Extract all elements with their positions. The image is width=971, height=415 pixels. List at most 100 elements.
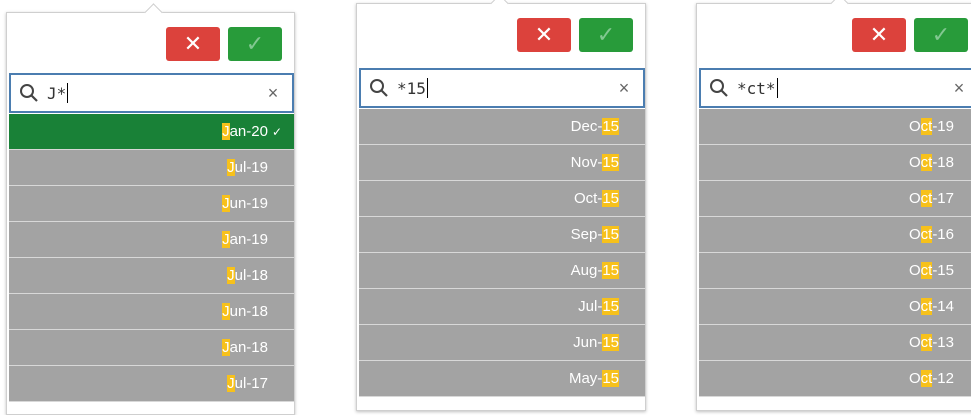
item-text-pre: O: [908, 370, 921, 387]
search-match-highlight: J: [222, 195, 230, 212]
value-list: Dec- 15 Nov- 15 Oct- 15 Sep- 15 Aug- 15 Jul- 15 Jun-…: [359, 109, 645, 397]
listbox-popover-3: ✕ ✓ *ct* × Oct -19 Oct -18 Oct -17 Oct -16 Oct -1…: [696, 0, 971, 411]
item-text-post: -15: [932, 262, 954, 279]
search-match-highlight: J: [222, 339, 230, 356]
item-text-pre: O: [908, 298, 921, 315]
search-match-highlight: ct: [920, 226, 933, 243]
list-item[interactable]: Oct -16: [699, 217, 971, 253]
list-item[interactable]: Jun- 15: [359, 325, 645, 361]
item-text-post: un-18: [229, 303, 268, 320]
list-item[interactable]: Oct -17: [699, 181, 971, 217]
cancel-selection-button[interactable]: ✕: [166, 27, 220, 61]
list-item[interactable]: Jul-18: [9, 258, 294, 294]
item-text-pre: Jun-: [573, 334, 603, 351]
search-icon: [20, 84, 38, 102]
value-list: Jan-20 ✓ Jul-19 Jun-19 Jan-19 Jul-18 Jun-18 Jan…: [9, 114, 294, 402]
search-input[interactable]: *15: [397, 78, 611, 98]
list-item[interactable]: Jan-18: [9, 330, 294, 366]
search-match-highlight: J: [222, 303, 230, 320]
search-match-highlight: ct: [920, 334, 933, 351]
search-match-highlight: ct: [920, 118, 933, 135]
search-match-highlight: 15: [602, 226, 619, 243]
list-item[interactable]: Jan-19: [9, 222, 294, 258]
item-text-post: ul-18: [234, 267, 268, 284]
search-field[interactable]: *ct* ×: [699, 68, 971, 108]
search-match-highlight: 15: [602, 370, 619, 387]
item-text-post: -17: [932, 190, 954, 207]
search-match-highlight: J: [227, 267, 235, 284]
list-item[interactable]: Jul-17: [9, 366, 294, 402]
clear-search-icon[interactable]: ×: [946, 78, 971, 99]
search-match-highlight: J: [222, 123, 230, 140]
search-icon: [710, 79, 728, 97]
search-match-highlight: ct: [920, 262, 933, 279]
list-item[interactable]: Jun-18: [9, 294, 294, 330]
search-field[interactable]: J* ×: [9, 73, 294, 113]
list-item[interactable]: Oct -19: [699, 109, 971, 145]
search-match-highlight: ct: [920, 298, 933, 315]
item-text-post: -12: [932, 370, 954, 387]
list-item[interactable]: Jul- 15: [359, 289, 645, 325]
search-match-highlight: J: [227, 159, 235, 176]
list-item[interactable]: Oct -18: [699, 145, 971, 181]
search-match-highlight: ct: [920, 370, 933, 387]
list-item[interactable]: Oct-15: [699, 253, 971, 289]
item-text-post: an-18: [229, 339, 268, 356]
item-text-pre: O: [908, 226, 921, 243]
confirm-selection-button[interactable]: ✓: [228, 27, 282, 61]
search-match-highlight: J: [227, 375, 235, 392]
item-text-pre: Dec-: [570, 118, 603, 135]
item-text-pre: O: [908, 262, 921, 279]
selected-check-icon: ✓: [271, 124, 282, 139]
confirm-selection-button[interactable]: ✓: [579, 18, 633, 52]
item-text-post: an-20: [229, 123, 268, 140]
item-text-pre: O: [908, 190, 921, 207]
search-field[interactable]: *15 ×: [359, 68, 645, 108]
item-text-post: -18: [932, 154, 954, 171]
listbox-popover-1: ✕ ✓ J* × Jan-20 ✓ Jul-19 Jun-19 Jan-19 Jul-18…: [6, 3, 295, 415]
clear-search-icon[interactable]: ×: [260, 83, 286, 104]
item-text-pre: O: [908, 154, 921, 171]
item-text-pre: O: [908, 118, 921, 135]
item-text-post: -19: [932, 118, 954, 135]
item-text-post: -13: [932, 334, 954, 351]
list-item[interactable]: Jul-19: [9, 150, 294, 186]
item-text-post: an-19: [229, 231, 268, 248]
popover-caret: [490, 0, 509, 13]
item-text-pre: Sep-: [570, 226, 603, 243]
listbox-popover-2: ✕ ✓ *15 × Dec- 15 Nov- 15 Oct- 15 Sep- 15 Aug- 15…: [356, 0, 646, 411]
item-text-pre: Nov-: [570, 154, 603, 171]
item-text-pre: May-: [568, 370, 603, 387]
list-item[interactable]: Jan-20 ✓: [9, 114, 294, 150]
list-item[interactable]: Nov- 15: [359, 145, 645, 181]
clear-search-icon[interactable]: ×: [611, 78, 637, 99]
list-item[interactable]: Jun-19: [9, 186, 294, 222]
item-text-post: -14: [932, 298, 954, 315]
cancel-selection-button[interactable]: ✕: [852, 18, 906, 52]
list-item[interactable]: Sep- 15: [359, 217, 645, 253]
list-item[interactable]: Dec- 15: [359, 109, 645, 145]
cancel-selection-button[interactable]: ✕: [517, 18, 571, 52]
search-match-highlight: 15: [602, 262, 619, 279]
search-input[interactable]: J*: [47, 83, 260, 103]
confirm-selection-button[interactable]: ✓: [914, 18, 968, 52]
list-item[interactable]: Oct -14: [699, 289, 971, 325]
list-item[interactable]: Oct -13: [699, 325, 971, 361]
item-text-post: -16: [932, 226, 954, 243]
search-match-highlight: ct: [920, 190, 933, 207]
list-item[interactable]: Aug- 15: [359, 253, 645, 289]
search-match-highlight: ct: [920, 154, 933, 171]
list-item[interactable]: Oct -12: [699, 361, 971, 397]
search-match-highlight: 15: [602, 154, 619, 171]
item-text-pre: O: [908, 334, 921, 351]
popover-caret: [830, 0, 849, 13]
item-text-post: un-19: [229, 195, 268, 212]
list-item[interactable]: Oct-15: [359, 181, 645, 217]
list-item[interactable]: May- 15: [359, 361, 645, 397]
item-text-pre: Oct-: [573, 190, 603, 207]
search-icon: [370, 79, 388, 97]
search-input[interactable]: *ct*: [737, 78, 946, 98]
item-text-post: ul-17: [234, 375, 268, 392]
popover-caret: [144, 3, 163, 22]
search-match-highlight: J: [222, 231, 230, 248]
